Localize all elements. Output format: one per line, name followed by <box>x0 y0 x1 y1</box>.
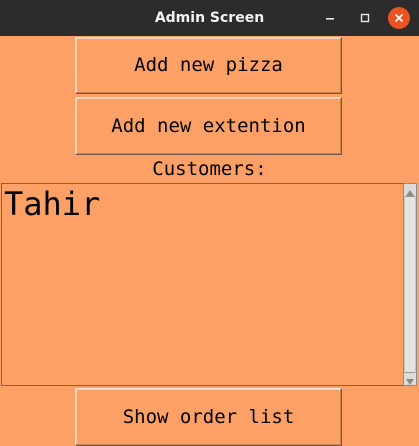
title-bar: Admin Screen <box>0 0 419 36</box>
add-extension-button[interactable]: Add new extention <box>75 97 342 155</box>
admin-window: Add new pizza Add new extention Customer… <box>0 36 419 446</box>
add-pizza-button[interactable]: Add new pizza <box>75 37 342 94</box>
add-extension-button-label: Add new extention <box>111 115 306 137</box>
show-order-list-button-label: Show order list <box>122 406 295 428</box>
maximize-icon[interactable] <box>355 8 375 28</box>
minimize-icon[interactable] <box>320 8 340 28</box>
customers-scrollbar[interactable] <box>403 183 417 386</box>
scroll-up-icon[interactable] <box>404 184 416 196</box>
add-pizza-button-label: Add new pizza <box>134 54 283 76</box>
close-icon[interactable] <box>388 7 410 29</box>
list-item[interactable]: Tahir <box>4 185 100 223</box>
scrollbar-thumb[interactable] <box>405 196 415 373</box>
customers-label: Customers: <box>152 158 267 180</box>
show-order-list-button[interactable]: Show order list <box>75 388 342 446</box>
scroll-down-icon[interactable] <box>404 373 416 385</box>
customers-listbox[interactable]: Tahir <box>1 183 403 386</box>
